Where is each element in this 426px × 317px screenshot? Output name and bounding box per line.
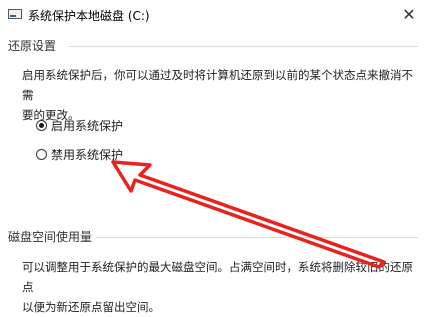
drive-icon [8,9,22,19]
restore-group-divider [68,46,418,47]
arrow-shape [111,160,386,269]
enable-protection-label[interactable]: 启用系统保护 [51,117,123,134]
disk-description: 可以调整用于系统保护的最大磁盘空间。占满空间时，系统将删除较旧的还原点 以便为新… [22,257,418,317]
disable-protection-option[interactable]: 禁用系统保护 [36,145,123,163]
disk-description-line2: 以便为新还原点留出空间。 [22,300,160,314]
disable-protection-label[interactable]: 禁用系统保护 [51,146,123,163]
disk-group-divider [96,237,418,238]
title-bar: 系统保护本地磁盘 (C:) ✕ [0,0,426,30]
enable-protection-option[interactable]: 启用系统保护 [36,116,123,134]
close-button[interactable]: ✕ [392,0,426,30]
enable-protection-radio[interactable] [36,119,47,131]
disk-usage-title: 磁盘空间使用量 [8,230,93,244]
window-title: 系统保护本地磁盘 (C:) [28,9,150,23]
restore-settings-title: 还原设置 [8,39,57,53]
restore-description-line1: 启用系统保护后，你可以通过及时将计算机还原到以前的某个状态点来撤消不需 [22,68,413,102]
disk-description-line1: 可以调整用于系统保护的最大磁盘空间。占满空间时，系统将删除较旧的还原点 [22,260,413,294]
close-icon: ✕ [402,5,416,24]
disable-protection-radio[interactable] [36,148,47,160]
